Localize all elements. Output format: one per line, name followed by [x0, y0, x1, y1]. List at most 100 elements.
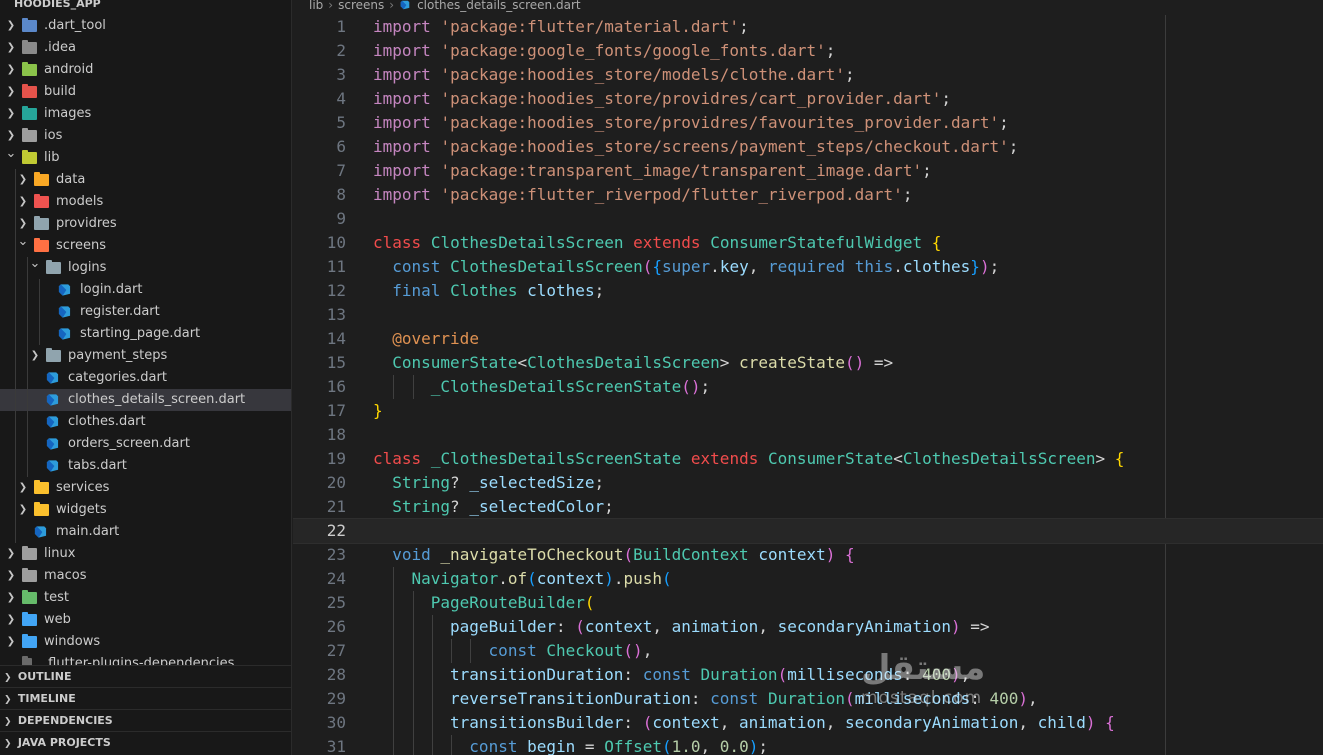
code-line[interactable]: 30 transitionsBuilder: (context, animatio…: [293, 711, 1323, 735]
code-line[interactable]: 18: [293, 423, 1323, 447]
chevron-right-icon[interactable]: ❯: [16, 191, 30, 213]
chevron-right-icon[interactable]: ❯: [4, 59, 18, 81]
code-line[interactable]: 19 class _ClothesDetailsScreenState exten…: [293, 447, 1323, 471]
code-line[interactable]: 5 import 'package:hoodies_store/providres…: [293, 111, 1323, 135]
tree-item[interactable]: ❯ .idea: [0, 37, 291, 59]
breadcrumb-segment-file[interactable]: clothes_details_screen.dart: [417, 0, 581, 12]
tree-item[interactable]: ⌄ screens: [0, 234, 291, 257]
code-line[interactable]: 7 import 'package:transparent_image/trans…: [293, 159, 1323, 183]
code-line[interactable]: 15 ConsumerState<ClothesDetailsScreen> cr…: [293, 351, 1323, 375]
code-token: clothes: [902, 257, 971, 276]
code-line[interactable]: 13: [293, 303, 1323, 327]
chevron-down-icon[interactable]: ⌄: [4, 143, 18, 165]
code-line[interactable]: 31 const begin = Offset(1.0, 0.0);: [293, 735, 1323, 755]
tree-item[interactable]: ❯ ios: [0, 125, 291, 147]
tree-item[interactable]: .flutter-plugins-dependencies: [0, 653, 291, 665]
java-projects-panel-header[interactable]: ❯ JAVA PROJECTS: [0, 731, 291, 753]
breadcrumb-segment-lib[interactable]: lib: [309, 0, 323, 12]
code-editor[interactable]: lib › screens › clothes_details_screen.dart …: [293, 0, 1323, 755]
tree-item[interactable]: ❯ test: [0, 587, 291, 609]
code-token: PageRouteBuilder: [430, 593, 585, 612]
code-line[interactable]: 20 String? _selectedSize;: [293, 471, 1323, 495]
tree-item[interactable]: ❯ models: [0, 191, 291, 213]
code-line[interactable]: 9: [293, 207, 1323, 231]
tree-item[interactable]: ❯ android: [0, 59, 291, 81]
chevron-right-icon[interactable]: ❯: [4, 565, 18, 587]
tree-item[interactable]: ❯ images: [0, 103, 291, 125]
code-line[interactable]: 1 import 'package:flutter/material.dart';: [293, 15, 1323, 39]
code-line[interactable]: 14 @override: [293, 327, 1323, 351]
timeline-panel-header[interactable]: ❯ TIMELINE: [0, 687, 291, 709]
chevron-right-icon[interactable]: ❯: [4, 37, 18, 59]
tree-item[interactable]: clothes_details_screen.dart: [0, 389, 291, 411]
code-lines[interactable]: 1 import 'package:flutter/material.dart';…: [293, 15, 1323, 755]
code-token: ,: [1028, 689, 1038, 708]
chevron-right-icon[interactable]: ❯: [4, 103, 18, 125]
tree-item[interactable]: ❯ payment_steps: [0, 345, 291, 367]
code-token: import: [373, 185, 431, 204]
tree-item[interactable]: ❯ .dart_tool: [0, 15, 291, 37]
code-line[interactable]: 29 reverseTransitionDuration: const Durat…: [293, 687, 1323, 711]
chevron-right-icon[interactable]: ❯: [28, 345, 42, 367]
chevron-down-icon[interactable]: ⌄: [16, 231, 30, 253]
tree-item[interactable]: ⌄ lib: [0, 146, 291, 169]
tree-item[interactable]: main.dart: [0, 521, 291, 543]
chevron-right-icon[interactable]: ❯: [4, 543, 18, 565]
code-line[interactable]: 2 import 'package:google_fonts/google_fon…: [293, 39, 1323, 63]
tree-item[interactable]: ❯ widgets: [0, 499, 291, 521]
tree-item[interactable]: ❯ build: [0, 81, 291, 103]
outline-panel-header[interactable]: ❯ OUTLINE: [0, 665, 291, 687]
dependencies-panel-header[interactable]: ❯ DEPENDENCIES: [0, 709, 291, 731]
code-line[interactable]: 17}: [293, 399, 1323, 423]
timeline-label: TIMELINE: [17, 692, 76, 705]
code-line[interactable]: 28 transitionDuration: const Duration(mil…: [293, 663, 1323, 687]
code-line[interactable]: 4 import 'package:hoodies_store/providres…: [293, 87, 1323, 111]
tree-item-label: categories.dart: [68, 370, 167, 385]
line-number: 26: [326, 617, 346, 636]
tree-item[interactable]: ❯ services: [0, 477, 291, 499]
code-line[interactable]: 11 const ClothesDetailsScreen({super.key,…: [293, 255, 1323, 279]
tree-item[interactable]: ❯ providres: [0, 213, 291, 235]
chevron-right-icon[interactable]: ❯: [16, 499, 30, 521]
tree-item[interactable]: ❯ macos: [0, 565, 291, 587]
tree-item[interactable]: register.dart: [0, 301, 291, 323]
code-line[interactable]: 24 Navigator.of(context).push(: [293, 567, 1323, 591]
breadcrumb-segment-screens[interactable]: screens: [338, 0, 384, 12]
chevron-right-icon[interactable]: ❯: [4, 631, 18, 653]
chevron-right-icon[interactable]: ❯: [4, 587, 18, 609]
code-line[interactable]: 22: [293, 518, 1323, 544]
tree-item[interactable]: orders_screen.dart: [0, 433, 291, 455]
code-line[interactable]: 12 final Clothes clothes;: [293, 279, 1323, 303]
code-line[interactable]: 10 class ClothesDetailsScreen extends Con…: [293, 231, 1323, 255]
code-token: :: [623, 713, 643, 732]
chevron-right-icon[interactable]: ❯: [4, 81, 18, 103]
tree-item[interactable]: login.dart: [0, 279, 291, 301]
chevron-down-icon[interactable]: ⌄: [28, 253, 42, 275]
code-line[interactable]: 21 String? _selectedColor;: [293, 495, 1323, 519]
tree-item[interactable]: clothes.dart: [0, 411, 291, 433]
chevron-right-icon: ❯: [4, 739, 12, 749]
tree-item[interactable]: ❯ windows: [0, 631, 291, 653]
code-line[interactable]: 27 const Checkout(),: [293, 639, 1323, 663]
chevron-right-icon[interactable]: ❯: [4, 609, 18, 631]
explorer-title[interactable]: HOODIES_APP: [0, 0, 291, 12]
tree-item[interactable]: categories.dart: [0, 367, 291, 389]
tree-item[interactable]: ❯ web: [0, 609, 291, 631]
code-line[interactable]: 3 import 'package:hoodies_store/models/cl…: [293, 63, 1323, 87]
code-line[interactable]: 8 import 'package:flutter_riverpod/flutte…: [293, 183, 1323, 207]
tree-item[interactable]: ❯ linux: [0, 543, 291, 565]
code-line[interactable]: 26 pageBuilder: (context, animation, seco…: [293, 615, 1323, 639]
tree-item[interactable]: ⌄ logins: [0, 256, 291, 279]
chevron-right-icon[interactable]: ❯: [16, 169, 30, 191]
code-line[interactable]: 25 PageRouteBuilder(: [293, 591, 1323, 615]
tree-item[interactable]: tabs.dart: [0, 455, 291, 477]
code-line[interactable]: 16 _ClothesDetailsScreenState();: [293, 375, 1323, 399]
code-token: import: [373, 41, 431, 60]
tree-item[interactable]: starting_page.dart: [0, 323, 291, 345]
tree-item[interactable]: ❯ data: [0, 169, 291, 191]
code-line[interactable]: 23 void _navigateToCheckout(BuildContext …: [293, 543, 1323, 567]
chevron-right-icon[interactable]: ❯: [4, 15, 18, 37]
code-line[interactable]: 6 import 'package:hoodies_store/screens/p…: [293, 135, 1323, 159]
chevron-right-icon[interactable]: ❯: [16, 477, 30, 499]
